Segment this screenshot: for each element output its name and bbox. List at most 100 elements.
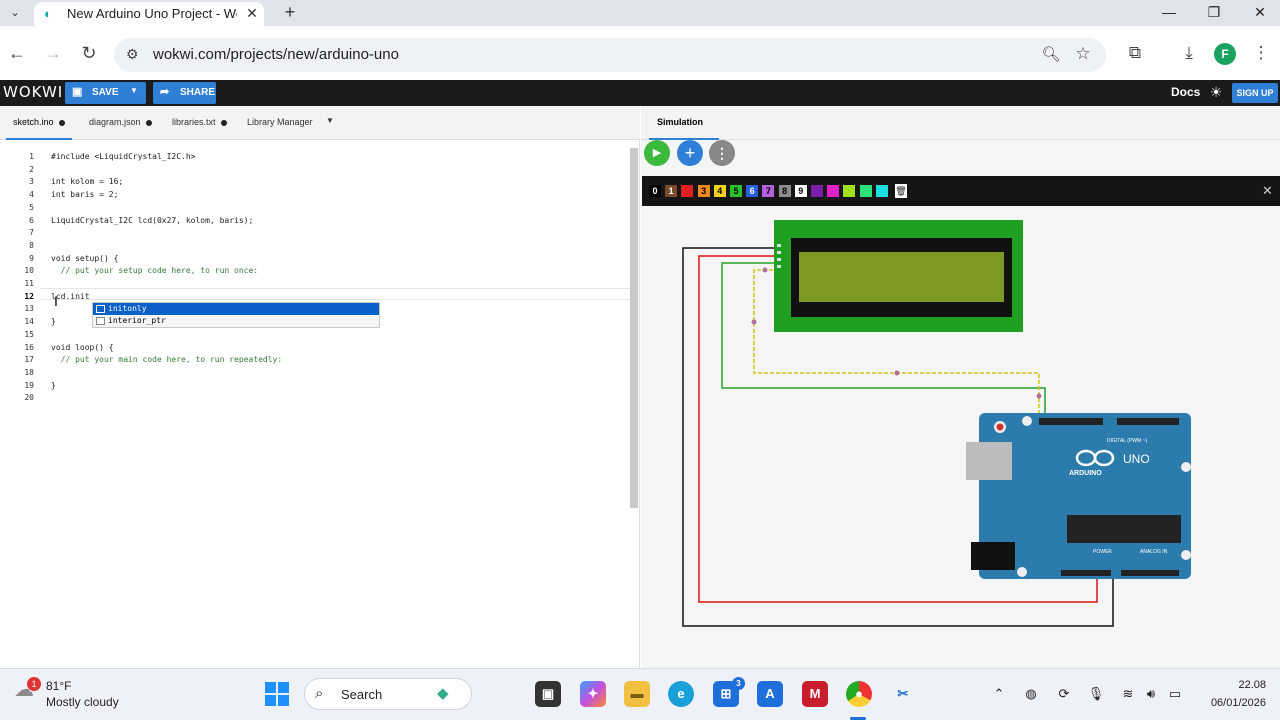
tab-diagram-json[interactable]: diagram.json (89, 117, 152, 127)
tabs-dropdown-icon[interactable]: ▼ (326, 116, 334, 125)
microsoft-store-icon[interactable]: ⊞ 3 (713, 677, 745, 707)
wire-color-swatch[interactable]: 8 (778, 185, 791, 197)
code-line[interactable]: // put your setup code here, to run once… (51, 266, 258, 275)
clock-date[interactable]: 06/01/2026 (1200, 697, 1266, 709)
tab-close-icon[interactable]: ✕ (244, 5, 260, 21)
share-button[interactable]: ➦ SHARE (153, 82, 216, 104)
active-tab-indicator (6, 138, 72, 140)
editor-tabs: sketch.ino diagram.json libraries.txt Li… (0, 106, 640, 140)
code-line[interactable]: int baris = 2; (51, 190, 118, 199)
tab-sketch-ino[interactable]: sketch.ino (13, 117, 65, 127)
back-arrow-icon[interactable]: ← (6, 42, 28, 64)
tab-library-manager[interactable]: Library Manager (247, 117, 313, 127)
code-line[interactable]: // put your main code here, to run repea… (51, 355, 283, 364)
wire-color-swatch[interactable]: 5 (730, 185, 742, 197)
volume-icon[interactable]: 🔊︎ (1142, 685, 1160, 703)
wire-color-swatch[interactable]: 2 (681, 185, 694, 197)
microphone-icon[interactable]: 🎙︎ (1087, 685, 1105, 703)
wire-color-swatch[interactable]: 3 (697, 185, 710, 197)
app-icon[interactable]: A (757, 681, 783, 707)
restore-icon[interactable]: ❐ (1199, 2, 1229, 22)
sync-icon[interactable]: ⟳ (1055, 685, 1073, 703)
address-bar[interactable]: ⚙ wokwi.com/projects/new/arduino-uno 🔍︎ … (114, 38, 1106, 72)
taskbar-search[interactable]: ⌕ Search ◆ (304, 678, 472, 710)
window-close-icon[interactable]: ✕ (1245, 2, 1275, 22)
save-button[interactable]: ▣ SAVE ▼ (65, 82, 146, 104)
windows-start-icon[interactable] (265, 682, 289, 706)
extensions-icon[interactable]: ⧉ (1124, 42, 1146, 64)
wire-color-swatch[interactable]: 0 (649, 185, 661, 197)
copilot-icon[interactable]: ✦ (580, 681, 606, 707)
editor-scrollbar[interactable] (630, 148, 638, 508)
add-part-button[interactable]: + (677, 140, 703, 166)
minimize-icon[interactable]: — (1154, 2, 1184, 22)
weather-description[interactable]: Mostly cloudy (46, 695, 119, 709)
code-line[interactable]: } (51, 381, 56, 390)
snipping-tool-icon[interactable]: ✂ (890, 681, 916, 707)
autocomplete-item[interactable]: interior_ptr (93, 315, 379, 327)
tab-simulation[interactable]: Simulation (657, 117, 703, 127)
bookmark-star-icon[interactable]: ☆ (1073, 44, 1093, 64)
code-line[interactable]: void setup() { (51, 254, 118, 263)
code-area[interactable]: 1 #include <LiquidCrystal_I2C.h> 2 3 int kol… (0, 148, 630, 668)
wire-color-swatch[interactable]: 9 (794, 185, 807, 197)
clock-time[interactable]: 22.08 (1230, 679, 1266, 691)
wokwi-logo[interactable]: WOKWI (3, 83, 63, 101)
wire-color-swatch[interactable]: 7 (762, 185, 775, 197)
wire-color-swatch[interactable] (859, 185, 872, 197)
autocomplete-item[interactable]: initonly (93, 303, 379, 315)
wire-color-swatch[interactable] (811, 185, 823, 197)
wire-color-swatch[interactable] (827, 185, 840, 197)
chrome-icon[interactable]: ● (846, 681, 872, 707)
save-dropdown-icon[interactable]: ▼ (130, 86, 138, 95)
tab-search-icon[interactable]: ⌄ (6, 5, 24, 21)
docs-link[interactable]: Docs (1171, 85, 1200, 99)
line-number: 8 (29, 240, 34, 250)
wifi-icon[interactable]: ≋ (1119, 685, 1137, 703)
mcafee-icon[interactable]: M (802, 681, 828, 707)
show-hidden-icons-icon[interactable]: ⌃ (990, 685, 1008, 703)
lcd-1602-i2c[interactable] (774, 220, 1023, 332)
browser-tab-active[interactable]: ◐ New Arduino Uno Project - Wokwi ✕ (34, 2, 264, 26)
file-explorer-icon[interactable]: ▬ (624, 681, 650, 707)
reload-icon[interactable]: ↻ (78, 42, 100, 64)
download-icon[interactable]: ⤓ (1178, 42, 1200, 64)
weather-temperature[interactable]: 81°F (46, 679, 71, 693)
delete-wire-icon[interactable]: 🗑︎ (895, 184, 907, 198)
task-view-icon[interactable]: ▣ (535, 681, 561, 707)
zoom-icon[interactable]: 🔍︎ (1041, 45, 1061, 65)
palette-close-icon[interactable]: ✕ (1262, 183, 1273, 199)
tab-libraries-txt[interactable]: libraries.txt (172, 117, 227, 127)
network-globe-icon[interactable]: ◍ (1022, 685, 1040, 703)
new-tab-icon[interactable]: + (280, 2, 300, 22)
wire-color-palette: 0123456789 🗑︎ ✕ (642, 176, 1280, 206)
code-line[interactable]: #include <LiquidCrystal_I2C.h> (51, 152, 196, 161)
edge-browser-icon[interactable]: e (668, 681, 694, 707)
autocomplete-label: interior_ptr (108, 316, 166, 325)
code-line[interactable]: int kolom = 16; (51, 177, 123, 186)
battery-icon[interactable]: ▭ (1166, 685, 1184, 703)
start-simulation-button[interactable]: ▶ (644, 140, 670, 166)
wire-color-swatch[interactable] (843, 185, 856, 197)
arduino-uno-board[interactable]: UNO ARDUINO DIGITAL (PWM ~) POWER ANALOG… (966, 413, 1191, 579)
board-power-label: POWER (1093, 549, 1112, 555)
wire-color-swatch[interactable] (875, 185, 888, 197)
browser-tab-bar: ⌄ ◐ New Arduino Uno Project - Wokwi ✕ + … (0, 0, 1280, 26)
circuit-canvas[interactable]: UNO ARDUINO DIGITAL (PWM ~) POWER ANALOG… (641, 206, 1280, 668)
code-line[interactable]: void loop() { (51, 343, 114, 352)
forward-arrow-icon[interactable]: → (42, 42, 64, 64)
wire-color-swatch[interactable]: 4 (713, 185, 726, 197)
sign-up-button[interactable]: SIGN UP (1232, 83, 1278, 103)
site-settings-icon[interactable]: ⚙ (126, 46, 142, 62)
code-line[interactable]: } (51, 317, 56, 326)
code-line[interactable]: LiquidCrystal_I2C lcd(0x27, kolom, baris… (51, 216, 253, 225)
theme-toggle-icon[interactable]: ☀ (1208, 84, 1224, 100)
browser-menu-icon[interactable]: ⋮ (1250, 42, 1272, 64)
wire-color-swatch[interactable]: 1 (665, 185, 678, 197)
more-options-button[interactable]: ⋮ (709, 140, 735, 166)
wire-color-swatch[interactable]: 6 (746, 185, 759, 197)
line-number: 7 (29, 228, 34, 238)
line-number: 16 (24, 342, 34, 352)
profile-avatar[interactable]: F (1214, 43, 1236, 65)
keyword-icon (96, 317, 105, 325)
